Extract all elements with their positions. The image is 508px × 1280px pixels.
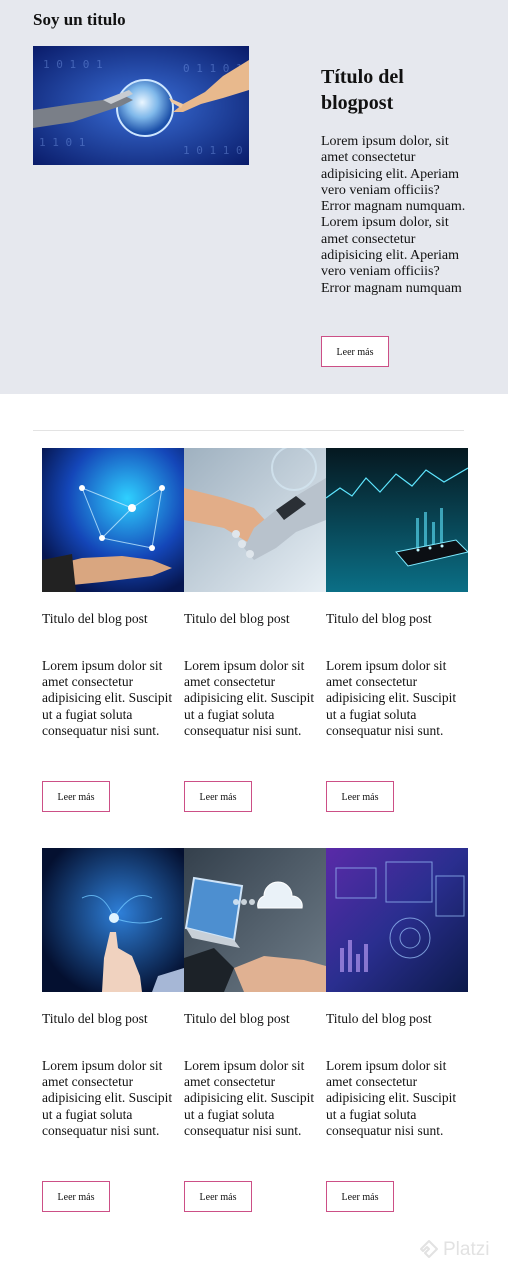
featured-title: Título del blogpost [321, 66, 404, 114]
blog-card: Titulo del blog post Lorem ipsum dolor s… [326, 848, 468, 1212]
featured-image: 1 0 1 0 1 0 1 1 0 1 1 1 0 1 1 0 1 1 0 [33, 46, 249, 165]
featured-section: Soy un titulo 1 0 1 0 1 0 1 1 0 1 1 1 0 … [0, 0, 508, 394]
featured-content: Título del blogpost Lorem ipsum dolor, s… [321, 64, 471, 297]
blog-card-title: Titulo del blog post [184, 611, 290, 626]
blog-card-title: Titulo del blog post [42, 1011, 148, 1026]
read-more-button[interactable]: Leer más [326, 781, 394, 812]
read-more-button[interactable]: Leer más [42, 1181, 110, 1212]
blog-card-text: Lorem ipsum dolor sit amet consectetur a… [42, 658, 173, 738]
blog-card-text: Lorem ipsum dolor sit amet consectetur a… [184, 658, 315, 738]
read-more-button[interactable]: Leer más [326, 1181, 394, 1212]
svg-text:1 0 1 0 1: 1 0 1 0 1 [43, 58, 103, 71]
blog-card-text: Lorem ipsum dolor sit amet consectetur a… [42, 1058, 173, 1138]
blog-card-image [42, 848, 184, 992]
blog-card-text: Lorem ipsum dolor sit amet consectetur a… [326, 1058, 457, 1138]
blog-card-image [42, 448, 184, 592]
section-divider [33, 430, 464, 431]
platzi-logo-icon [420, 1240, 438, 1258]
blog-card: Titulo del blog post Lorem ipsum dolor s… [42, 848, 184, 1212]
read-more-button[interactable]: Leer más [184, 781, 252, 812]
read-more-button[interactable]: Leer más [184, 1181, 252, 1212]
blog-card-text: Lorem ipsum dolor sit amet consectetur a… [184, 1058, 315, 1138]
svg-text:1 1 0 1: 1 1 0 1 [39, 136, 85, 149]
blog-card: Titulo del blog post Lorem ipsum dolor s… [326, 448, 468, 812]
site-title: Soy un titulo [33, 10, 126, 29]
blog-card-text: Lorem ipsum dolor sit amet consectetur a… [326, 658, 457, 738]
blog-card-image [326, 448, 468, 592]
blog-card-title: Titulo del blog post [326, 1011, 432, 1026]
blog-card: Titulo del blog post Lorem ipsum dolor s… [184, 848, 326, 1212]
blog-card-image [184, 848, 326, 992]
blog-card: Titulo del blog post Lorem ipsum dolor s… [184, 448, 326, 812]
svg-text:1 0 1 1 0: 1 0 1 1 0 [183, 144, 243, 157]
read-more-button[interactable]: Leer más [42, 781, 110, 812]
blog-card: Titulo del blog post Lorem ipsum dolor s… [42, 448, 184, 812]
blog-card-title: Titulo del blog post [326, 611, 432, 626]
blog-card-title: Titulo del blog post [42, 611, 148, 626]
platzi-watermark: Platzi [443, 1239, 490, 1260]
blog-card-title: Titulo del blog post [184, 1011, 290, 1026]
blog-card-image [184, 448, 326, 592]
featured-text: Lorem ipsum dolor, sit amet consectetur … [321, 134, 466, 296]
blog-card-image [326, 848, 468, 992]
featured-read-more-button[interactable]: Leer más [321, 336, 389, 367]
